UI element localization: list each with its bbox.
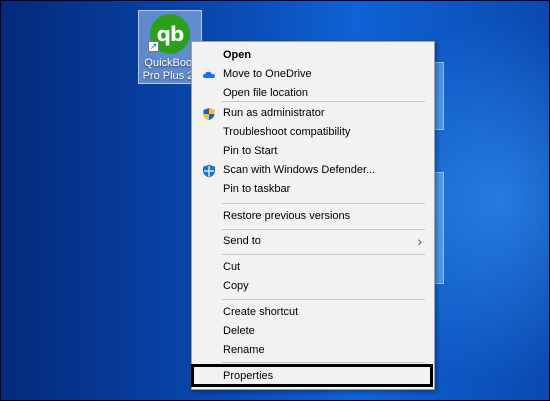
menu-item-scan-with-windows-defender[interactable]: Scan with Windows Defender...	[194, 161, 432, 180]
uac-shield-icon	[203, 108, 215, 121]
menu-item-label: Troubleshoot compatibility	[223, 126, 351, 138]
context-menu: Open Move to OneDrive Open file location…	[191, 41, 435, 390]
menu-item-label: Send to	[223, 235, 261, 247]
menu-item-rename[interactable]: Rename	[194, 341, 432, 360]
menu-item-pin-to-start[interactable]: Pin to Start	[194, 142, 432, 161]
menu-item-move-to-onedrive[interactable]: Move to OneDrive	[194, 65, 432, 84]
menu-item-label: Restore previous versions	[223, 210, 351, 222]
menu-item-label: Pin to taskbar	[223, 183, 291, 195]
chevron-right-icon: ›	[417, 233, 422, 249]
onedrive-cloud-icon	[203, 71, 215, 78]
menu-item-label: Properties	[223, 370, 274, 382]
window-light-pane-bottom	[434, 172, 444, 284]
menu-item-label: Delete	[223, 325, 255, 337]
menu-item-pin-to-taskbar[interactable]: Pin to taskbar	[194, 180, 432, 199]
menu-item-label: Open	[223, 49, 252, 61]
window-light-pane-top	[434, 62, 444, 130]
menu-separator	[222, 254, 425, 255]
menu-item-create-shortcut[interactable]: Create shortcut	[194, 303, 432, 322]
menu-item-troubleshoot-compatibility[interactable]: Troubleshoot compatibility	[194, 123, 432, 142]
menu-separator	[222, 229, 425, 230]
menu-separator	[222, 299, 425, 300]
menu-item-run-as-administrator[interactable]: Run as administrator	[194, 104, 432, 123]
menu-item-label: Copy	[223, 280, 249, 292]
menu-item-label: Pin to Start	[223, 145, 278, 157]
menu-separator	[222, 203, 425, 204]
menu-item-label: Rename	[223, 344, 265, 356]
menu-item-copy[interactable]: Copy	[194, 277, 432, 296]
windows-defender-icon	[203, 164, 215, 178]
menu-separator	[222, 101, 425, 102]
menu-item-properties[interactable]: Properties	[191, 364, 433, 387]
menu-item-send-to[interactable]: Send to ›	[194, 232, 432, 251]
menu-item-cut[interactable]: Cut	[194, 258, 432, 277]
menu-separator	[222, 362, 425, 363]
menu-item-label: Move to OneDrive	[223, 68, 312, 80]
menu-item-delete[interactable]: Delete	[194, 322, 432, 341]
menu-item-label: Scan with Windows Defender...	[223, 164, 376, 176]
menu-item-label: Create shortcut	[223, 306, 299, 318]
menu-item-restore-previous-versions[interactable]: Restore previous versions	[194, 207, 432, 226]
desktop-background: qb ↗ QuickBook Pro Plus 20 Open Move to …	[0, 0, 550, 401]
menu-item-label: Run as administrator	[223, 107, 325, 119]
menu-item-label: Cut	[223, 261, 241, 273]
qb-logo-text: qb	[156, 22, 185, 46]
menu-item-open[interactable]: Open	[194, 46, 432, 65]
shortcut-arrow-icon: ↗	[148, 41, 159, 52]
